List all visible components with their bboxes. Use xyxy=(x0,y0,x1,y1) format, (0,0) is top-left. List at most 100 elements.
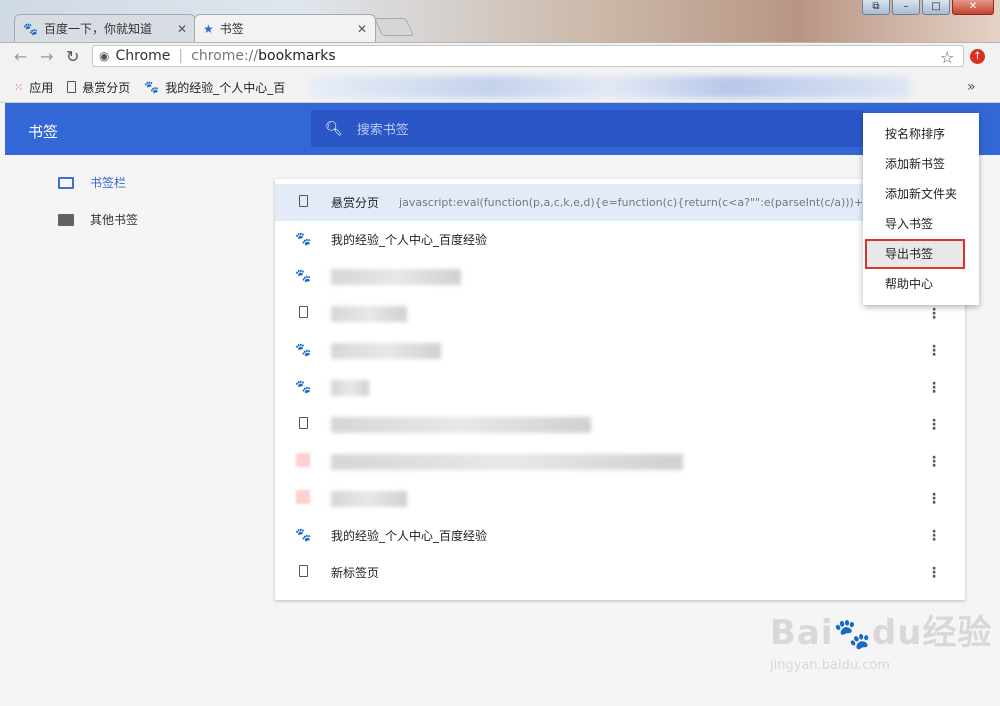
baidu-paw-icon: 🐾 xyxy=(295,380,312,395)
bookmarks-bar-item-xuanshang[interactable]: 悬赏分页 xyxy=(67,79,130,96)
apps-grid-icon: ⁙ xyxy=(14,80,24,94)
menu-item-help-center[interactable]: 帮助中心 xyxy=(863,269,979,299)
tab-title: 百度一下，你就知道 xyxy=(43,22,152,36)
forward-arrow-icon[interactable]: → xyxy=(40,47,53,66)
bookmarks-bar-item-jingyan[interactable]: 🐾 我的经验_个人中心_百 xyxy=(144,79,285,96)
tab-baidu[interactable]: 🐾 百度一下，你就知道 ✕ xyxy=(14,14,196,42)
menu-item-add-folder[interactable]: 添加新文件夹 xyxy=(863,179,979,209)
menu-item-import-bookmarks[interactable]: 导入书签 xyxy=(863,209,979,239)
more-vert-icon[interactable]: ⋮ xyxy=(927,306,941,322)
blurred-title xyxy=(331,416,591,433)
nav-item-bookmarks-bar[interactable]: 书签栏 xyxy=(58,174,126,191)
watermark-brand3: 经验 xyxy=(922,613,993,653)
baidu-watermark: Bai🐾du经验 xyxy=(770,605,992,654)
baidu-paw-icon: 🐾 xyxy=(295,269,312,284)
nav-item-other-bookmarks[interactable]: 其他书签 xyxy=(58,211,138,228)
list-item[interactable]: 🐾 xyxy=(275,258,965,295)
bookmark-title: 我的经验_个人中心_百度经验 xyxy=(331,233,488,247)
folder-open-icon xyxy=(58,176,74,189)
list-item[interactable]: ⋮ xyxy=(275,406,965,443)
page-icon xyxy=(295,564,311,581)
watermark-url: jingyan.baidu.com xyxy=(770,658,890,673)
chevron-double-right-icon[interactable]: » xyxy=(967,79,976,95)
baidu-paw-icon: 🐾 xyxy=(833,617,872,652)
list-item[interactable]: 🐾 我的经验_个人中心_百度经验 ⋮ xyxy=(275,517,965,554)
list-item[interactable]: 🐾 ⋮ xyxy=(275,332,965,369)
list-item[interactable]: ⋮ xyxy=(275,443,965,480)
star-icon: ★ xyxy=(203,21,214,36)
bookmarks-bar-label: 我的经验_个人中心_百 xyxy=(165,80,286,95)
nav-label: 其他书签 xyxy=(90,213,139,227)
blurred-title xyxy=(331,268,461,285)
bookmarks-list: 悬赏分页 javascript:eval(function(p,a,c,k,e,… xyxy=(275,179,965,600)
omnibox-chip: Chrome xyxy=(115,48,171,64)
baidu-paw-icon: 🐾 xyxy=(144,80,160,94)
blurred-title xyxy=(331,490,407,507)
more-vert-icon[interactable]: ⋮ xyxy=(927,380,941,396)
bookmarks-bar-item-apps[interactable]: ⁙ 应用 xyxy=(14,79,53,96)
more-vert-icon[interactable]: ⋮ xyxy=(927,343,941,359)
watermark-brand2: du xyxy=(871,613,923,653)
page-icon xyxy=(67,81,77,93)
list-item[interactable]: 🐾 我的经验_个人中心_百度经验 xyxy=(275,221,965,258)
back-arrow-icon[interactable]: ← xyxy=(14,47,27,66)
list-item[interactable]: ⋮ xyxy=(275,295,965,332)
blurred-title xyxy=(331,379,369,396)
more-vert-icon[interactable]: ⋮ xyxy=(927,528,941,544)
more-vert-icon[interactable]: ⋮ xyxy=(927,565,941,581)
page-title: 书签 xyxy=(28,123,59,141)
favicon-icon xyxy=(295,489,311,508)
organize-menu: 按名称排序 添加新书签 添加新文件夹 导入书签 导出书签 帮助中心 xyxy=(863,113,979,305)
blurred-bookmarks xyxy=(310,76,910,98)
blurred-title xyxy=(331,453,683,470)
tab-title: 书签 xyxy=(219,22,244,36)
favicon-icon xyxy=(295,452,311,471)
list-item[interactable]: 悬赏分页 javascript:eval(function(p,a,c,k,e,… xyxy=(275,184,965,221)
search-placeholder: 搜索书签 xyxy=(356,123,409,138)
search-bar[interactable]: 🔍︎ 搜索书签 xyxy=(311,110,863,147)
page-icon xyxy=(295,194,311,211)
bookmark-star-icon[interactable]: ☆ xyxy=(940,48,954,67)
more-vert-icon[interactable]: ⋮ xyxy=(927,454,941,470)
extension-icon[interactable]: ↑ xyxy=(970,49,985,64)
chrome-logo-icon: ◉ xyxy=(99,49,110,63)
bookmark-url: javascript:eval(function(p,a,c,k,e,d){e=… xyxy=(399,196,870,209)
more-vert-icon[interactable]: ⋮ xyxy=(927,491,941,507)
list-item[interactable]: 🐾 ⋮ xyxy=(275,369,965,406)
bookmark-title: 悬赏分页 xyxy=(331,196,380,210)
baidu-paw-icon: 🐾 xyxy=(295,232,312,247)
page-icon xyxy=(295,416,311,433)
more-vert-icon[interactable]: ⋮ xyxy=(927,417,941,433)
folder-icon xyxy=(58,213,74,226)
list-item[interactable]: ⋮ xyxy=(275,480,965,517)
bookmark-title: 我的经验_个人中心_百度经验 xyxy=(331,529,488,543)
blurred-title xyxy=(331,305,407,322)
close-window-button[interactable]: ✕ xyxy=(952,0,994,15)
nav-label: 书签栏 xyxy=(90,176,127,190)
maximize-button[interactable]: □ xyxy=(922,0,950,15)
close-icon[interactable]: ✕ xyxy=(177,22,187,36)
minimize-button[interactable]: – xyxy=(892,0,920,15)
close-icon[interactable]: ✕ xyxy=(357,22,367,36)
address-bar[interactable]: ◉ Chrome | chrome://bookmarks xyxy=(92,45,964,67)
omnibox-separator: | xyxy=(178,48,184,64)
bookmark-title: 新标签页 xyxy=(331,566,380,580)
tab-bookmarks[interactable]: ★ 书签 ✕ xyxy=(194,14,376,42)
list-item[interactable]: 新标签页 ⋮ xyxy=(275,554,965,591)
menu-item-add-bookmark[interactable]: 添加新书签 xyxy=(863,149,979,179)
reload-icon[interactable]: ↻ xyxy=(66,47,79,66)
bookmarks-bar-label: 悬赏分页 xyxy=(82,80,131,95)
baidu-paw-icon: 🐾 xyxy=(23,21,38,36)
search-icon: 🔍︎ xyxy=(325,120,343,137)
bookmarks-bar-label: 应用 xyxy=(29,80,54,95)
window-controls: ⧉ – □ ✕ xyxy=(862,0,994,15)
page-icon xyxy=(295,305,311,322)
blurred-title xyxy=(331,342,441,359)
menu-item-sort-by-name[interactable]: 按名称排序 xyxy=(863,119,979,149)
baidu-paw-icon: 🐾 xyxy=(295,528,312,543)
menu-item-export-bookmarks[interactable]: 导出书签 xyxy=(865,239,965,269)
url-scheme: chrome:// xyxy=(191,48,259,64)
watermark-brand: Bai xyxy=(770,613,834,653)
restore-button[interactable]: ⧉ xyxy=(862,0,890,15)
url-host: bookmarks xyxy=(258,48,336,64)
